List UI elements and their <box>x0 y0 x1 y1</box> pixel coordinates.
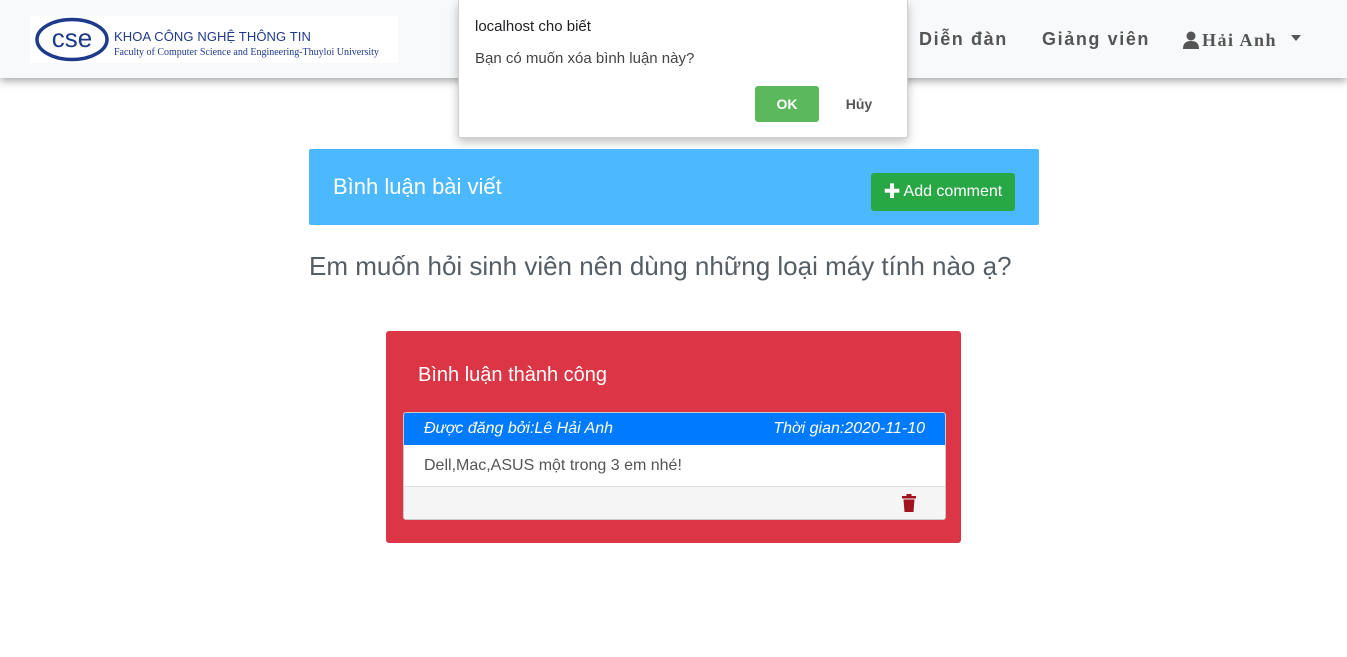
comment-content: Dell,Mac,ASUS một trong 3 em nhé! <box>424 457 682 474</box>
comment-time: Thời gian:2020-11-10 <box>773 420 925 437</box>
add-comment-button[interactable]: ✚ Add comment <box>871 173 1015 211</box>
dialog-title: localhost cho biết <box>475 18 591 35</box>
ok-button[interactable]: OK <box>755 86 819 122</box>
question-title: Em muốn hỏi sinh viên nên dùng những loạ… <box>309 251 1012 281</box>
confirm-dialog: localhost cho biết Bạn có muốn xóa bình … <box>458 0 908 138</box>
logo-title: KHOA CÔNG NGHỆ THÔNG TIN <box>114 29 311 44</box>
user-name: Hải Anh <box>1202 29 1278 50</box>
trash-icon[interactable] <box>901 494 917 512</box>
comment-author: Được đăng bởi:Lê Hải Anh <box>424 420 613 437</box>
add-comment-label: Add comment <box>903 183 1003 200</box>
plus-icon: ✚ <box>883 181 901 203</box>
comments-header: Bình luận bài viết ✚ Add comment <box>309 149 1039 225</box>
comments-header-title: Bình luận bài viết <box>333 174 502 199</box>
result-panel-title: Bình luận thành công <box>418 364 608 386</box>
logo-subtitle: Faculty of Computer Science and Engineer… <box>114 47 379 58</box>
chevron-down-icon <box>1291 35 1302 41</box>
comment-card-header: Được đăng bởi:Lê Hải Anh Thời gian:2020-… <box>404 413 945 445</box>
user-icon <box>1183 31 1199 49</box>
user-menu-toggle[interactable]: Hải Anh <box>1183 29 1302 51</box>
site-logo[interactable]: cse KHOA CÔNG NGHỆ THÔNG TIN Faculty of … <box>30 16 398 63</box>
nav-link-lecturers[interactable]: Giảng viên <box>1042 29 1150 50</box>
cancel-button[interactable]: Hủy <box>827 86 891 122</box>
comment-card: Được đăng bởi:Lê Hải Anh Thời gian:2020-… <box>403 412 946 520</box>
comment-result-panel: Bình luận thành công Được đăng bởi:Lê Hả… <box>386 331 961 543</box>
dialog-message: Bạn có muốn xóa bình luận này? <box>475 50 695 67</box>
nav-link-forum[interactable]: Diễn đàn <box>919 29 1008 50</box>
cse-logo-icon: cse <box>35 17 109 62</box>
comment-card-footer <box>404 486 945 519</box>
svg-text:cse: cse <box>52 23 92 53</box>
